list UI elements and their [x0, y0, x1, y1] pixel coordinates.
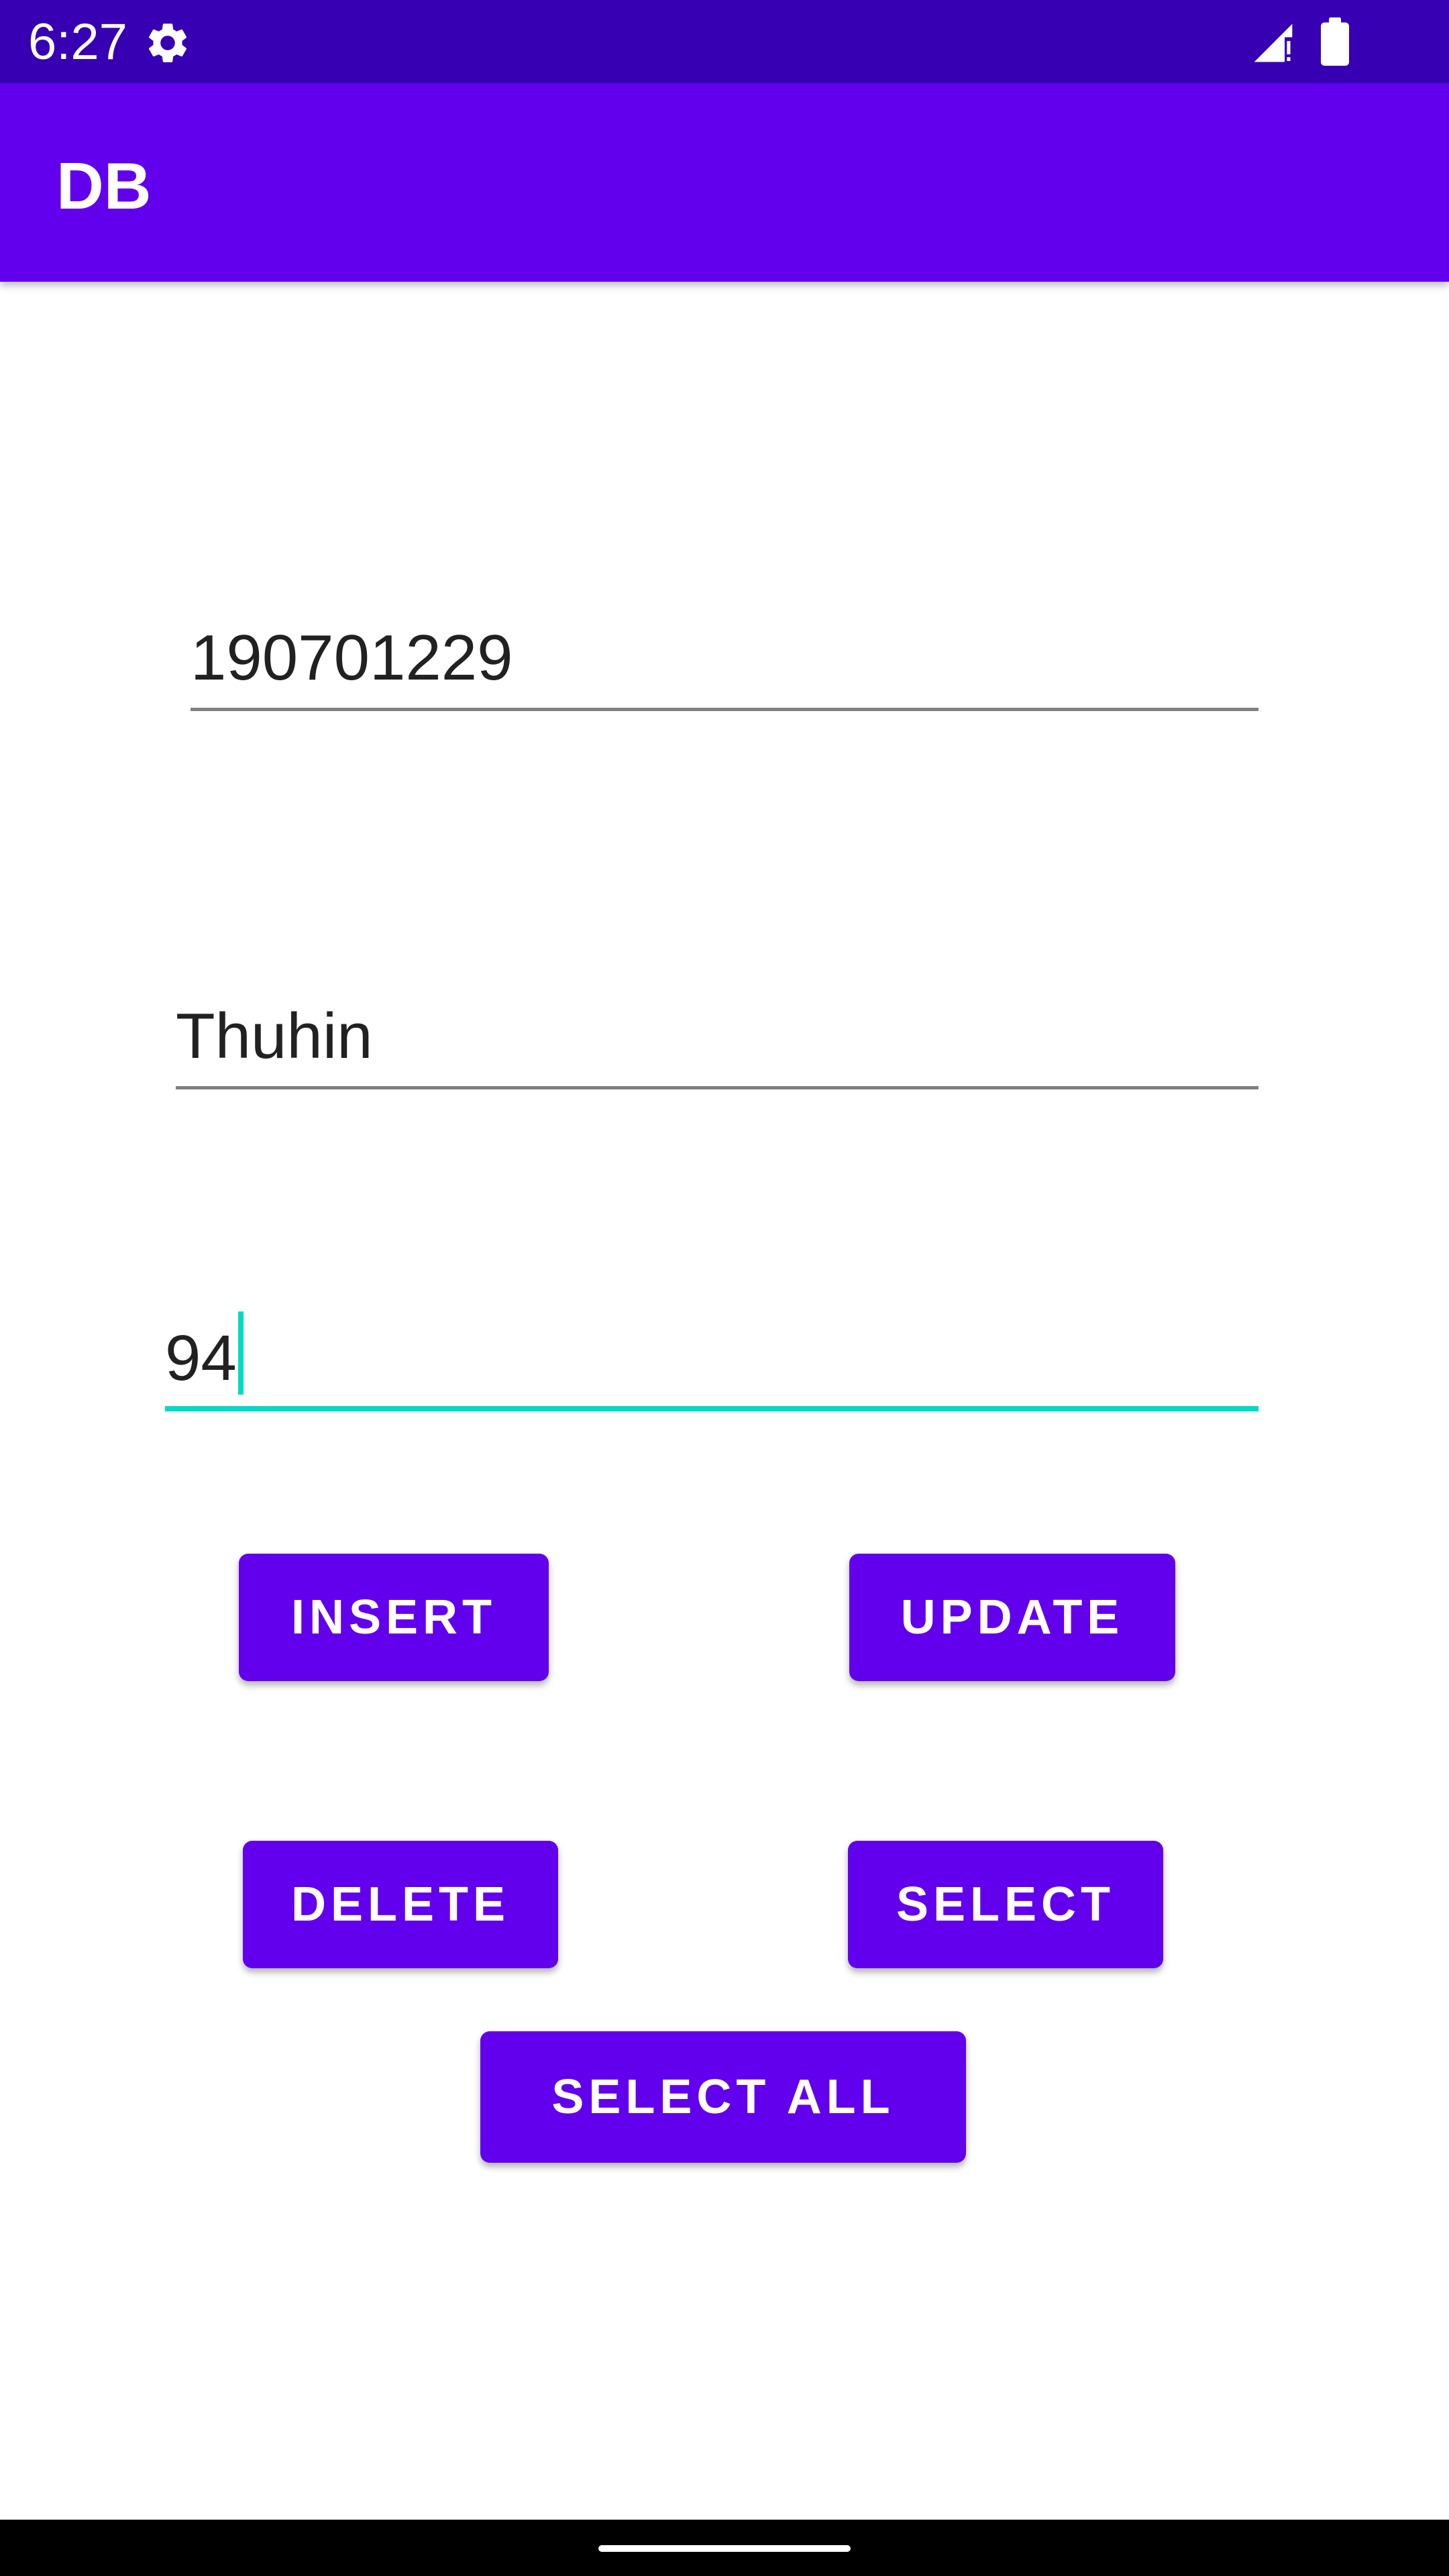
select-all-button[interactable]: SELECT ALL	[480, 2031, 966, 2163]
marks-field-underline	[165, 1406, 1258, 1411]
navigation-bar	[0, 2520, 1449, 2576]
marks-field[interactable]: 94	[165, 1311, 1258, 1411]
status-bar: 6:27	[0, 0, 1449, 83]
update-button[interactable]: UPDATE	[849, 1554, 1175, 1681]
battery-icon	[1321, 17, 1349, 66]
id-field[interactable]: 190701229	[191, 617, 1258, 711]
name-field-underline	[176, 1086, 1258, 1089]
delete-button[interactable]: DELETE	[243, 1841, 558, 1968]
name-field-value: Thuhin	[176, 1000, 373, 1072]
gear-icon	[148, 23, 187, 62]
marks-field-value-wrapper: 94	[165, 1311, 244, 1395]
select-button[interactable]: SELECT	[848, 1841, 1163, 1968]
id-field-underline	[191, 708, 1258, 711]
status-time: 6:27	[28, 13, 127, 70]
app-title: DB	[56, 149, 152, 223]
text-cursor	[237, 1311, 244, 1395]
name-field[interactable]: Thuhin	[176, 996, 1258, 1089]
insert-button[interactable]: INSERT	[239, 1554, 549, 1681]
signal-icon	[1254, 23, 1293, 62]
app-screen: 6:27 DB 190701229 Thuhin 94 INSERT UPDAT…	[0, 0, 1449, 2576]
marks-field-value: 94	[165, 1322, 237, 1394]
home-gesture-handle[interactable]	[598, 2545, 851, 2552]
app-bar: DB	[0, 83, 1449, 282]
id-field-value: 190701229	[191, 622, 513, 694]
